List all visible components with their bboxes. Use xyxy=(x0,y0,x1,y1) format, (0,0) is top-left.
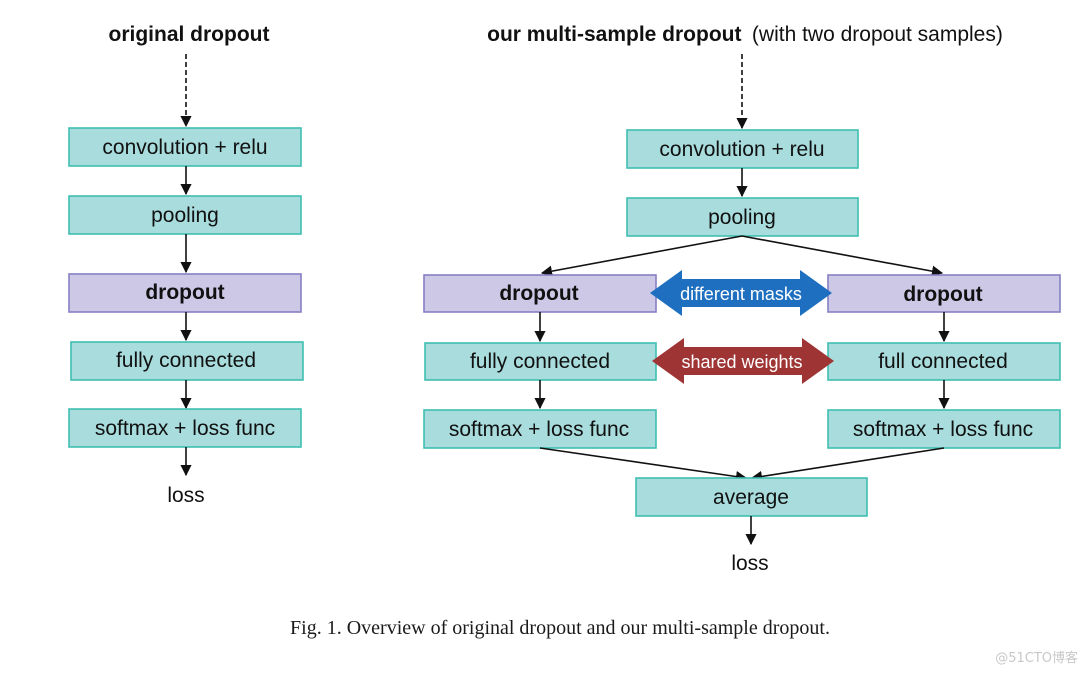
svg-text:softmax + loss func: softmax + loss func xyxy=(853,418,1033,441)
edge-softmax-a-to-average xyxy=(539,447,748,483)
diagram-canvas: original dropout convolution + relu pool… xyxy=(68,23,1078,666)
different-masks-label: different masks xyxy=(680,284,802,304)
svg-text:softmax + loss func: softmax + loss func xyxy=(449,418,629,441)
node-average: average xyxy=(635,477,868,517)
svg-text:dropout: dropout xyxy=(145,281,224,304)
node-softmax-loss-a: softmax + loss func xyxy=(423,409,657,449)
svg-text:convolution + relu: convolution + relu xyxy=(659,138,824,161)
svg-text:dropout: dropout xyxy=(903,283,982,306)
node-softmax-loss-b: softmax + loss func xyxy=(827,409,1061,449)
loss-output-label: loss xyxy=(731,552,768,575)
watermark: @51CTO博客 xyxy=(995,650,1078,666)
loss-output-label: loss xyxy=(167,484,204,507)
node-pooling: pooling xyxy=(68,195,302,235)
multi-sample-title-bold: our multi-sample dropout xyxy=(487,23,741,46)
node-dropout-b: dropout xyxy=(827,274,1061,313)
shared-weights-relation: shared weights xyxy=(652,338,834,384)
edge-pool-to-dropout-b xyxy=(741,235,944,277)
svg-text:average: average xyxy=(713,486,789,509)
svg-text:full connected: full connected xyxy=(878,350,1008,373)
node-fully-connected: fully connected xyxy=(70,341,304,381)
svg-text:pooling: pooling xyxy=(151,204,219,227)
figure-caption: Fig. 1. Overview of original dropout and… xyxy=(290,617,830,639)
svg-text:fully connected: fully connected xyxy=(116,349,256,372)
edge-pool-to-dropout-a xyxy=(540,235,743,277)
shared-weights-label: shared weights xyxy=(681,352,802,372)
svg-text:convolution + relu: convolution + relu xyxy=(102,136,267,159)
branch-a: dropout fully connected softmax + loss f… xyxy=(423,274,657,449)
node-dropout-a: dropout xyxy=(423,274,657,313)
node-softmax-loss: softmax + loss func xyxy=(68,408,302,448)
svg-text:fully connected: fully connected xyxy=(470,350,610,373)
node-convolution-relu: convolution + relu xyxy=(68,127,302,167)
multi-sample-dropout-diagram: our multi-sample dropout (with two dropo… xyxy=(423,23,1061,575)
node-pooling: pooling xyxy=(626,197,859,237)
svg-text:pooling: pooling xyxy=(708,206,776,229)
edge-softmax-b-to-average xyxy=(750,447,945,482)
node-full-connected-b: full connected xyxy=(827,342,1061,381)
different-masks-relation: different masks xyxy=(650,270,832,316)
original-dropout-title: original dropout xyxy=(109,23,270,46)
node-convolution-relu: convolution + relu xyxy=(626,129,859,169)
svg-text:softmax + loss func: softmax + loss func xyxy=(95,417,275,440)
node-dropout: dropout xyxy=(68,273,302,313)
multi-sample-title-note: (with two dropout samples) xyxy=(752,23,1003,46)
branch-b: dropout full connected softmax + loss fu… xyxy=(827,274,1061,449)
node-fully-connected-a: fully connected xyxy=(424,342,657,381)
svg-text:dropout: dropout xyxy=(499,282,578,305)
original-dropout-diagram: original dropout convolution + relu pool… xyxy=(68,23,304,507)
multi-sample-title: our multi-sample dropout (with two dropo… xyxy=(487,23,1003,46)
